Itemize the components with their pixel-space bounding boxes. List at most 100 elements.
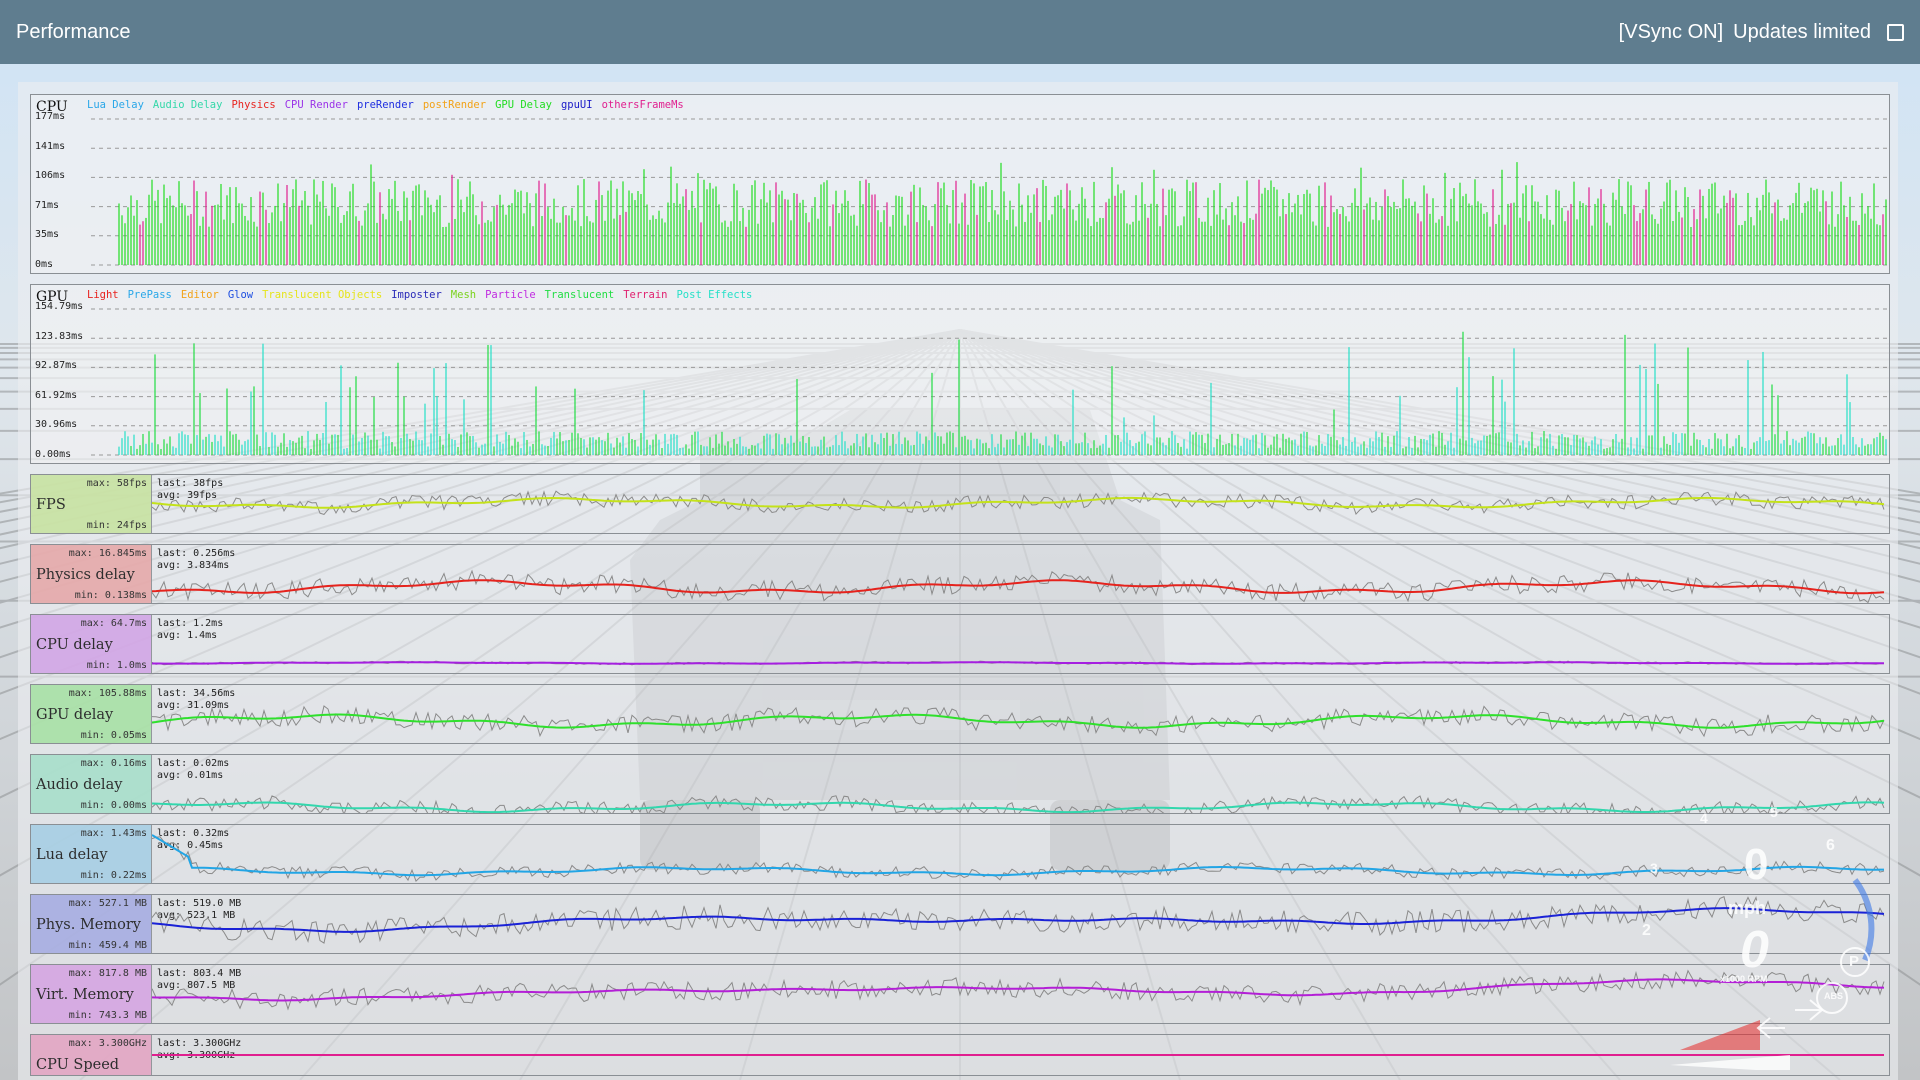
metric-sparkline xyxy=(152,795,1885,813)
titlebar-controls: [VSync ON] Updates limited xyxy=(1619,21,1904,44)
y-tick-label: 92.87ms xyxy=(35,360,78,372)
sparkline-avg xyxy=(152,801,1885,813)
y-tick-label: 177ms xyxy=(35,111,66,122)
y-tick-label: 141ms xyxy=(35,140,66,152)
hud-gauge xyxy=(1670,878,1875,1072)
metric-label-panel: max: 58fps FPS min: 24fps xyxy=(31,475,152,533)
metric-label-panel: max: 64.7ms CPU delay min: 1.0ms xyxy=(31,615,152,673)
legend-item: Physics xyxy=(231,99,276,111)
metric-min: min: 0.00ms xyxy=(80,800,147,811)
gpu-graph-plot xyxy=(91,308,1889,456)
metric-row: max: 3.300GHz CPU Speed last: 3.300GHz avg:… xyxy=(30,1034,1890,1076)
metric-name: Phys. Memory xyxy=(36,917,141,933)
legend-item: postRender xyxy=(422,99,487,111)
y-tick-label: 123.83ms xyxy=(35,330,84,342)
metric-name: CPU delay xyxy=(36,637,113,653)
metric-name: CPU Speed xyxy=(36,1057,120,1073)
y-tick-label: 154.79ms xyxy=(35,301,84,312)
legend-item: Glow xyxy=(227,289,254,301)
metric-name: FPS xyxy=(36,497,66,513)
legend-item: Particle xyxy=(485,289,536,301)
hud-tick-2: 2 xyxy=(1642,922,1651,939)
metric-row: max: 16.845ms Physics delay min: 0.138ms la… xyxy=(30,544,1890,604)
legend-item: Terrain xyxy=(623,289,668,301)
metric-min: min: 459.4 MB xyxy=(68,940,147,951)
hud-tick-5: 5 xyxy=(1770,804,1778,820)
metric-label-panel: max: 527.1 MB Phys. Memory min: 459.4 MB xyxy=(31,895,152,953)
legend-item: Post Effects xyxy=(676,289,753,301)
updates-limited-label: Updates limited xyxy=(1733,20,1871,43)
metric-name: GPU delay xyxy=(36,707,114,723)
legend-item: Imposter xyxy=(391,289,442,301)
legend-item: CPU Render xyxy=(284,99,348,111)
plot-spikes xyxy=(118,331,1887,455)
metric-sparkline xyxy=(152,660,1885,666)
hud-rpm-label: x1000 RPM xyxy=(1720,974,1768,984)
metric-name: Lua delay xyxy=(36,847,108,863)
metric-label-panel: max: 817.8 MB Virt. Memory min: 743.3 MB xyxy=(31,965,152,1023)
metric-sparkline xyxy=(152,705,1885,738)
y-tick-label: 106ms xyxy=(35,170,66,182)
sparkline-raw xyxy=(152,569,1885,603)
gpu-graph-legend: Light PrePass Editor Glow Translucent Object… xyxy=(87,289,761,301)
metric-min: min: 1.0ms xyxy=(86,660,147,671)
legend-item: GPU Delay xyxy=(495,99,552,111)
sparkline-avg xyxy=(152,661,1884,665)
legend-item: Light xyxy=(87,289,119,301)
legend-item: Translucent xyxy=(544,289,615,301)
metric-max: max: 3.300GHz xyxy=(68,1038,147,1049)
metric-max: max: 527.1 MB xyxy=(68,898,147,909)
metric-name: Virt. Memory xyxy=(36,987,134,1003)
metric-min: min: 0.138ms xyxy=(74,590,147,601)
y-tick-label: 0.00ms xyxy=(35,449,72,460)
hud-speed-unit: mph xyxy=(1728,898,1766,918)
metric-sparkline xyxy=(152,969,1885,1011)
metric-row: max: 0.16ms Audio delay min: 0.00ms last: 0… xyxy=(30,754,1890,814)
hud-gear: 0 xyxy=(1740,921,1769,979)
metric-name: Physics delay xyxy=(36,567,135,583)
metric-max: max: 817.8 MB xyxy=(68,968,147,979)
metric-name: Audio delay xyxy=(36,777,123,793)
metric-sparkline xyxy=(152,1054,1884,1056)
metric-min: min: 0.05ms xyxy=(80,730,147,741)
vehicle-hud: 0 mph 0 x1000 RPM ABS P 2 3 4 5 6 xyxy=(1640,804,1900,1072)
metric-max: max: 1.43ms xyxy=(80,828,147,839)
hud-tick-3: 3 xyxy=(1650,860,1658,876)
cpu-graph-plot xyxy=(91,118,1889,266)
metric-sparkline xyxy=(152,834,1885,882)
sparkline-avg xyxy=(152,907,1885,933)
y-tick-label: 30.96ms xyxy=(35,419,78,431)
parking-brake-icon: P xyxy=(1849,953,1860,970)
sparkline-avg xyxy=(152,834,1884,877)
window-title: Performance xyxy=(16,20,131,43)
metric-label-panel: max: 1.43ms Lua delay min: 0.22ms xyxy=(31,825,152,883)
legend-item: othersFrameMs xyxy=(601,99,684,111)
cpu-graph: CPU Lua Delay Audio Delay Physics CPU Rende… xyxy=(30,94,1890,274)
metric-label-panel: max: 0.16ms Audio delay min: 0.00ms xyxy=(31,755,152,813)
legend-item: Translucent Objects xyxy=(262,289,383,301)
y-tick-label: 35ms xyxy=(35,229,60,241)
hud-tick-6: 6 xyxy=(1826,837,1835,854)
metric-row: max: 64.7ms CPU delay min: 1.0ms last: 1.2m… xyxy=(30,614,1890,674)
metric-row: max: 527.1 MB Phys. Memory min: 459.4 MB la… xyxy=(30,894,1890,954)
metric-row: max: 58fps FPS min: 24fps last: 38fps avg: 3… xyxy=(30,474,1890,534)
metric-max: max: 16.845ms xyxy=(68,548,147,559)
cpu-graph-legend: Lua Delay Audio Delay Physics CPU Render pre… xyxy=(87,99,693,111)
metric-sparkline xyxy=(152,490,1885,516)
legend-item: Editor xyxy=(180,289,219,301)
updates-limited-checkbox[interactable] xyxy=(1887,23,1904,41)
metric-label-panel: max: 3.300GHz CPU Speed xyxy=(31,1035,152,1075)
sparkline-raw xyxy=(152,969,1885,1011)
sparkline-avg xyxy=(152,496,1885,509)
metric-label-panel: max: 16.845ms Physics delay min: 0.138ms xyxy=(31,545,152,603)
metric-row: max: 105.88ms GPU delay min: 0.05ms last: 3… xyxy=(30,684,1890,744)
vsync-status: [VSync ON] xyxy=(1618,20,1724,43)
window-titlebar: Performance [VSync ON] Updates limited xyxy=(0,0,1920,64)
legend-item: Mesh xyxy=(450,289,477,301)
y-tick-label: 0ms xyxy=(35,259,54,270)
metric-row: max: 1.43ms Lua delay min: 0.22ms last: 0.3… xyxy=(30,824,1890,884)
metric-min: min: 24fps xyxy=(86,520,147,531)
metric-min: min: 0.22ms xyxy=(80,870,147,881)
hud-tick-4: 4 xyxy=(1700,810,1708,826)
metric-label-panel: max: 105.88ms GPU delay min: 0.05ms xyxy=(31,685,152,743)
